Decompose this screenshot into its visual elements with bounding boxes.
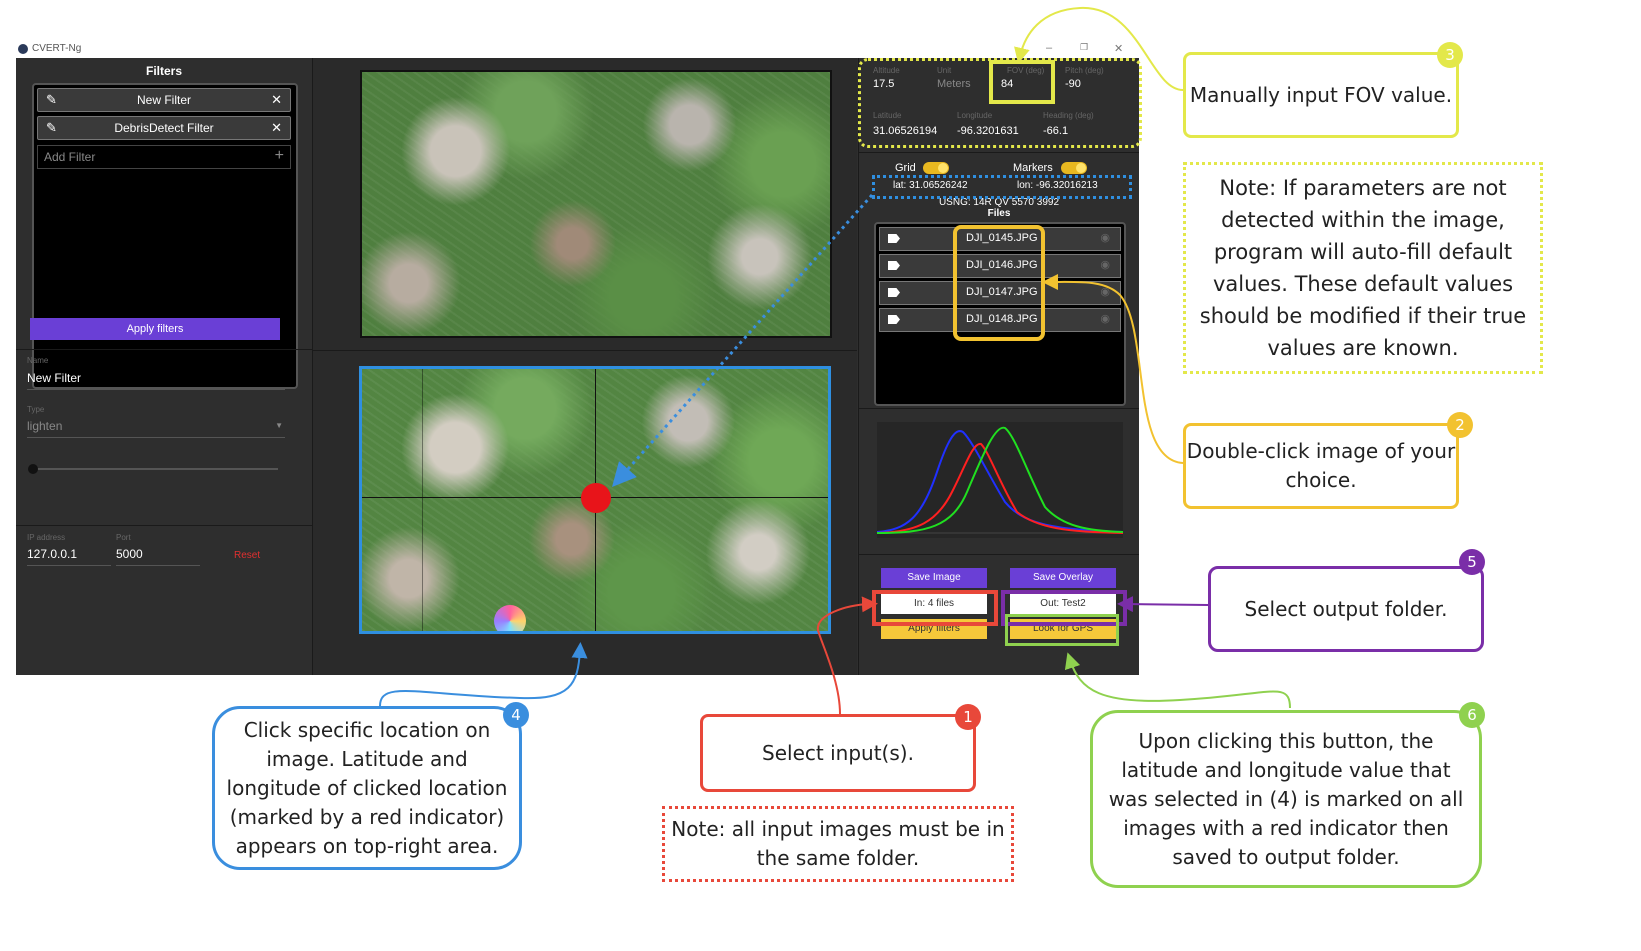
callout-2-text: Double-click image of your choice. [1186, 439, 1456, 492]
arrow-1 [816, 596, 878, 715]
badge-4: 4 [503, 702, 529, 728]
callout-5: Select output folder. [1208, 566, 1484, 652]
callout-1-text: Select input(s). [762, 740, 914, 765]
badge-3: 3 [1437, 42, 1463, 68]
badge-2: 2 [1447, 412, 1473, 438]
note-defaults: Note: If parameters are not detected wit… [1183, 162, 1543, 374]
arrow-2 [1042, 273, 1184, 464]
badge-1: 1 [955, 704, 981, 730]
note-defaults-text: Note: If parameters are not detected wit… [1199, 176, 1527, 360]
callout-6-text: Upon clicking this button, the latitude … [1108, 728, 1464, 869]
callout-4-text: Click specific location on image. Latitu… [226, 717, 508, 858]
arrow-5 [1117, 596, 1209, 613]
arrow-coords [612, 194, 874, 487]
arrow-6 [1064, 652, 1291, 709]
callout-2: Double-click image of your choice. [1183, 423, 1459, 509]
badge-5: 5 [1459, 549, 1485, 575]
callout-3: Manually input FOV value. [1183, 52, 1459, 138]
callout-5-text: Select output folder. [1244, 596, 1448, 621]
note-folder-text: Note: all input images must be in the sa… [671, 817, 1005, 870]
callout-6: Upon clicking this button, the latitude … [1090, 710, 1482, 888]
arrow-3 [1014, 6, 1184, 91]
callout-3-text: Manually input FOV value. [1189, 82, 1453, 107]
callout-1: Select input(s). [700, 714, 976, 792]
arrow-4 [379, 642, 588, 707]
note-folder: Note: all input images must be in the sa… [662, 806, 1014, 882]
badge-6: 6 [1459, 702, 1485, 728]
callout-4: Click specific location on image. Latitu… [212, 706, 522, 870]
